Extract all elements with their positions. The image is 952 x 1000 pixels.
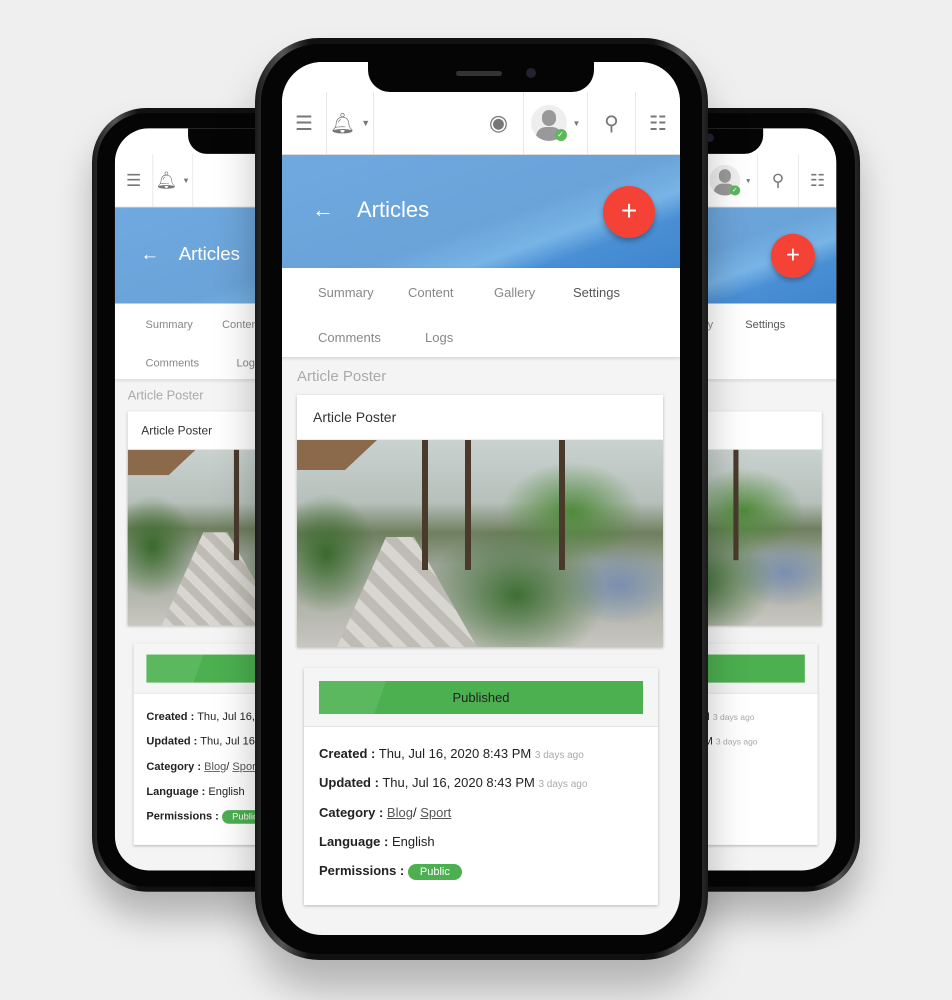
online-check-icon: ✓: [554, 129, 567, 141]
online-check-icon: ✓: [729, 185, 740, 196]
user-menu[interactable]: ✓ ▼: [524, 92, 588, 154]
created-label: Created :: [146, 709, 195, 723]
tab-comments[interactable]: Comments: [318, 330, 381, 345]
add-button[interactable]: +: [770, 233, 815, 278]
list-icon[interactable]: ☷: [799, 154, 836, 207]
tab-settings[interactable]: Settings: [573, 285, 620, 300]
language-row: Language : English: [319, 834, 435, 849]
tab-content[interactable]: Content: [408, 285, 454, 300]
category-label: Category :: [319, 805, 384, 820]
caret-down-icon: ▼: [182, 176, 190, 185]
search-icon[interactable]: ⚲: [588, 92, 636, 154]
phone-center: ☰ 🔔︎ ▼ ◉ ✓ ▼ ⚲ ☷ ← Articles + Summary Con…: [255, 38, 708, 960]
updated-ago: 3 days ago: [715, 737, 758, 748]
list-icon[interactable]: ☷: [636, 92, 680, 154]
category-separator: /: [412, 805, 417, 820]
tab-settings[interactable]: Settings: [745, 318, 785, 331]
page-title: Articles: [357, 197, 430, 222]
permissions-label: Permissions :: [319, 863, 405, 878]
permissions-badge: Public: [407, 864, 462, 880]
created-row: Created : Thu, Jul 16, 2020 8:43 PM 3 da…: [319, 746, 584, 761]
permissions-label: Permissions :: [146, 809, 219, 822]
category-link-blog[interactable]: Blog: [387, 805, 413, 820]
created-label: Created :: [319, 746, 376, 761]
tab-logs[interactable]: Logs: [425, 330, 453, 345]
tab-gallery[interactable]: Gallery: [494, 285, 535, 300]
bell-icon: 🔔︎: [329, 112, 356, 135]
caret-down-icon: ▼: [744, 176, 752, 185]
page-title: Articles: [178, 243, 241, 265]
category-label: Category :: [146, 759, 202, 773]
caret-down-icon: ▼: [361, 118, 371, 128]
add-button[interactable]: +: [603, 186, 655, 238]
category-row: Category : Blog/ Sport: [319, 805, 451, 820]
poster-card-title: Article Poster: [297, 395, 663, 440]
bell-icon: 🔔︎: [155, 171, 178, 191]
poster-card: Article Poster: [297, 395, 663, 647]
tab-summary[interactable]: Summary: [146, 318, 193, 331]
article-poster-image: [297, 440, 663, 647]
category-separator: /: [226, 759, 230, 773]
created-ago: 3 days ago: [534, 750, 584, 761]
hamburger-menu-icon[interactable]: ☰: [115, 153, 154, 207]
category-row: Category : Blog/ Sport: [146, 760, 258, 773]
permissions-row: Permissions : Public: [319, 863, 462, 880]
tab-summary[interactable]: Summary: [318, 285, 374, 300]
updated-label: Updated :: [146, 734, 198, 748]
created-value: Thu, Jul 16, 2020 8:43 PM: [378, 746, 532, 761]
language-value: English: [208, 784, 245, 798]
language-label: Language :: [146, 784, 206, 798]
notifications-dropdown[interactable]: 🔔︎ ▼: [327, 92, 374, 154]
created-ago: 3 days ago: [712, 713, 755, 723]
language-row: Language : English: [146, 785, 244, 798]
search-icon[interactable]: ⚲: [758, 153, 799, 207]
category-link-sport[interactable]: Sport: [420, 805, 451, 820]
category-link-blog[interactable]: Blog: [204, 760, 226, 773]
hamburger-menu-icon[interactable]: ☰: [282, 92, 327, 154]
updated-row: Updated : Thu, Jul 16, 2020 8:43 PM 3 da…: [319, 775, 587, 790]
page-header: ← Articles +: [282, 155, 680, 268]
status-bar: Published: [319, 681, 643, 714]
back-arrow-icon[interactable]: ←: [140, 243, 159, 265]
details-card: Published Created : Thu, Jul 16, 2020 8:…: [304, 668, 658, 905]
section-title: Article Poster: [297, 368, 387, 385]
phone-frame: ☰ 🔔︎ ▼ ◉ ✓ ▼ ⚲ ☷ ← Articles + Summary Con…: [255, 38, 708, 960]
back-arrow-icon[interactable]: ←: [312, 197, 334, 223]
updated-value: Thu, Jul 16, 2020 8:43 PM: [382, 775, 535, 790]
tab-bar: Summary Content Gallery Settings Comment…: [282, 268, 680, 358]
permissions-row: Permissions : Public: [146, 809, 268, 824]
language-label: Language :: [319, 834, 389, 849]
phone-notch: [368, 62, 594, 92]
section-title: Article Poster: [127, 388, 204, 403]
notifications-dropdown[interactable]: 🔔︎ ▼: [153, 153, 194, 207]
updated-label: Updated :: [319, 775, 379, 790]
eye-icon[interactable]: ◉: [474, 92, 524, 154]
tab-comments[interactable]: Comments: [146, 356, 199, 369]
phone-screen: ☰ 🔔︎ ▼ ◉ ✓ ▼ ⚲ ☷ ← Articles + Summary Con…: [282, 62, 680, 935]
user-menu[interactable]: ✓ ▼: [704, 153, 759, 207]
updated-ago: 3 days ago: [538, 779, 588, 790]
language-value: English: [391, 834, 435, 849]
caret-down-icon: ▼: [572, 118, 581, 128]
